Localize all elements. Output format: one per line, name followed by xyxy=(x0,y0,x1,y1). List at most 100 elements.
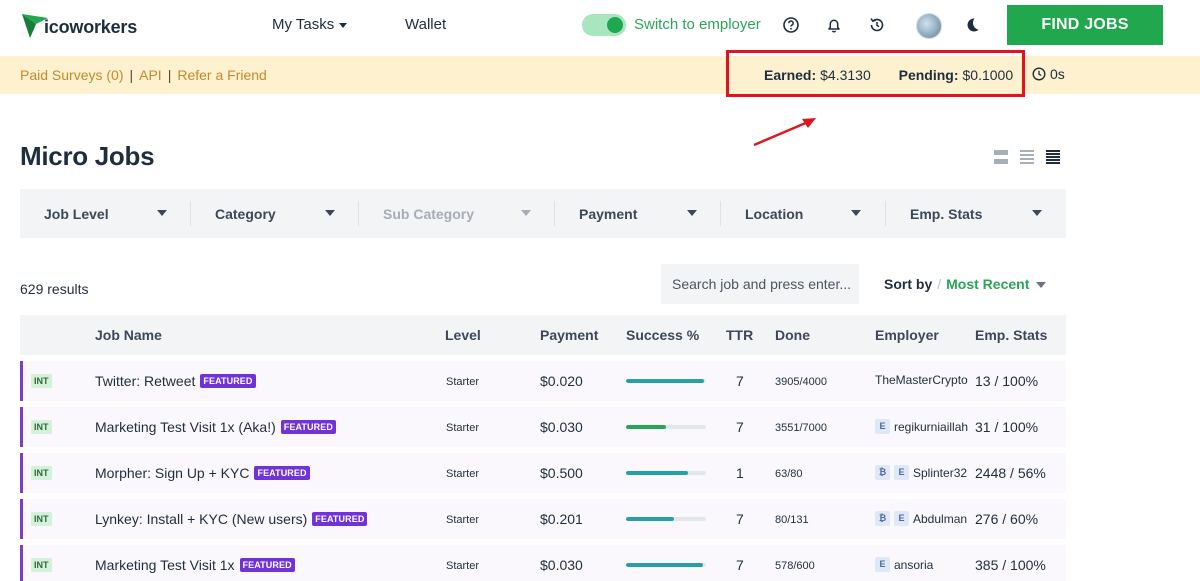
filter-label: Category xyxy=(215,205,276,222)
avatar[interactable] xyxy=(916,13,942,39)
help-icon[interactable] xyxy=(780,14,802,36)
caret-down-icon xyxy=(157,210,167,216)
paid-surveys-link[interactable]: Paid Surveys (0) xyxy=(20,67,123,83)
compact-view-icon[interactable] xyxy=(1020,150,1034,164)
job-type-badge: INT xyxy=(31,466,52,480)
sub-links: Paid Surveys (0) | API | Refer a Friend xyxy=(20,67,267,83)
job-name-link[interactable]: Lynkey: Install + KYC (New users) FEATURE… xyxy=(95,511,368,527)
divider xyxy=(885,201,886,226)
job-name: Lynkey: Install + KYC (New users) xyxy=(95,511,308,527)
job-done: 63/80 xyxy=(775,468,803,480)
refer-friend-link[interactable]: Refer a Friend xyxy=(177,67,266,83)
results-count: 629 results xyxy=(20,281,89,297)
job-done: 80/131 xyxy=(775,514,809,526)
switch-to-employer-label[interactable]: Switch to employer xyxy=(634,16,761,33)
job-name: Marketing Test Visit 1x xyxy=(95,557,235,573)
caret-down-icon xyxy=(521,210,531,216)
filter-category[interactable]: Category xyxy=(215,189,365,238)
api-link[interactable]: API xyxy=(139,67,162,83)
table-row[interactable]: INT Morpher: Sign Up + KYC FEATURED Starter… xyxy=(20,453,1066,493)
clock-icon xyxy=(1032,67,1046,81)
filter-payment[interactable]: Payment xyxy=(579,189,729,238)
job-level: Starter xyxy=(446,468,480,480)
job-payment: $0.500 xyxy=(540,465,583,481)
caret-down-icon xyxy=(1036,282,1047,289)
col-done[interactable]: Done xyxy=(775,327,810,343)
success-bar-fill xyxy=(626,563,703,567)
employer-name: ansoria xyxy=(894,557,934,572)
job-payment: $0.020 xyxy=(540,373,583,389)
divider xyxy=(190,201,191,226)
filter-label: Payment xyxy=(579,205,638,222)
table-row[interactable]: INT Twitter: Retweet FEATURED Starter $0.020… xyxy=(20,361,1066,401)
job-level: Starter xyxy=(446,514,480,526)
employer[interactable]: ₿ E Splinter32 xyxy=(875,465,967,480)
annotation-arrow xyxy=(753,118,816,147)
divider xyxy=(358,201,359,226)
job-name-link[interactable]: Marketing Test Visit 1x FEATURED xyxy=(95,557,295,573)
caret-down-icon xyxy=(339,22,348,28)
employer[interactable]: Eansoria xyxy=(875,557,933,572)
sort-value: Most Recent xyxy=(946,276,1030,292)
filter-label: Emp. Stats xyxy=(910,205,983,222)
nav-wallet[interactable]: Wallet xyxy=(405,16,446,33)
success-bar-fill xyxy=(626,379,705,383)
caret-down-icon xyxy=(325,210,335,216)
filter-location[interactable]: Location xyxy=(745,189,895,238)
col-level[interactable]: Level xyxy=(445,327,481,343)
job-type-badge: INT xyxy=(31,512,52,526)
employer-badge: E xyxy=(894,511,909,526)
filter-emp-stats[interactable]: Emp. Stats xyxy=(910,189,1060,238)
card-view-icon[interactable] xyxy=(994,150,1008,164)
filter-job-level[interactable]: Job Level xyxy=(44,189,194,238)
featured-badge: FEATURED xyxy=(254,466,310,480)
job-name-link[interactable]: Morpher: Sign Up + KYC FEATURED xyxy=(95,465,310,481)
moon-icon[interactable] xyxy=(961,14,983,36)
logo-text: icoworkers xyxy=(44,16,138,37)
col-ttr[interactable]: TTR xyxy=(726,327,753,343)
timer: 0s xyxy=(1032,66,1065,82)
job-type-badge: INT xyxy=(31,558,52,572)
success-bar xyxy=(626,471,706,475)
col-emp-stats[interactable]: Emp. Stats xyxy=(975,327,1047,343)
list-view-icon[interactable] xyxy=(1046,150,1060,164)
job-ttr: 7 xyxy=(736,419,744,435)
col-success[interactable]: Success % xyxy=(626,327,699,343)
view-toggle xyxy=(994,150,1060,164)
col-employer[interactable]: Employer xyxy=(875,327,939,343)
job-type-badge: INT xyxy=(31,420,52,434)
history-icon[interactable] xyxy=(866,14,888,36)
employer[interactable]: Eregikurniaillah xyxy=(875,419,968,434)
table-row[interactable]: INT Marketing Test Visit 1x FEATURED Starte… xyxy=(20,545,1066,581)
table-row[interactable]: INT Lynkey: Install + KYC (New users) FEAT… xyxy=(20,499,1066,539)
employer[interactable]: TheMasterCrypto xyxy=(875,373,968,387)
search-input[interactable] xyxy=(661,264,859,304)
job-name: Twitter: Retweet xyxy=(95,373,196,389)
nav-my-tasks[interactable]: My Tasks xyxy=(272,16,348,33)
job-name-link[interactable]: Twitter: Retweet FEATURED xyxy=(95,373,256,389)
employer-name: regikurniaillah xyxy=(894,419,969,434)
employer[interactable]: ₿ E Abdulman xyxy=(875,511,967,526)
col-job-name[interactable]: Job Name xyxy=(95,327,162,343)
success-bar xyxy=(626,425,706,429)
success-bar-fill xyxy=(626,425,666,429)
table-row[interactable]: INT Marketing Test Visit 1x (Aka!) FEATURE… xyxy=(20,407,1066,447)
filter-label: Sub Category xyxy=(383,205,475,222)
job-name-link[interactable]: Marketing Test Visit 1x (Aka!) FEATURED xyxy=(95,419,336,435)
employer-toggle[interactable] xyxy=(582,14,626,36)
col-payment[interactable]: Payment xyxy=(540,327,598,343)
find-jobs-button[interactable]: FIND JOBS xyxy=(1007,5,1163,45)
employer-name: TheMasterCrypto xyxy=(875,373,968,387)
separator: | xyxy=(129,67,134,83)
job-payment: $0.030 xyxy=(540,557,583,573)
job-done: 3905/4000 xyxy=(775,376,827,388)
sort-dropdown[interactable]: Sort by / Most Recent xyxy=(884,276,1047,292)
bell-icon[interactable] xyxy=(823,14,845,36)
logo[interactable]: icoworkers xyxy=(20,10,137,40)
job-level: Starter xyxy=(446,376,480,388)
filter-label: Location xyxy=(745,205,804,222)
success-bar xyxy=(626,563,706,567)
toggle-knob xyxy=(607,17,623,33)
featured-badge: FEATURED xyxy=(239,558,295,572)
job-ttr: 7 xyxy=(736,557,744,573)
